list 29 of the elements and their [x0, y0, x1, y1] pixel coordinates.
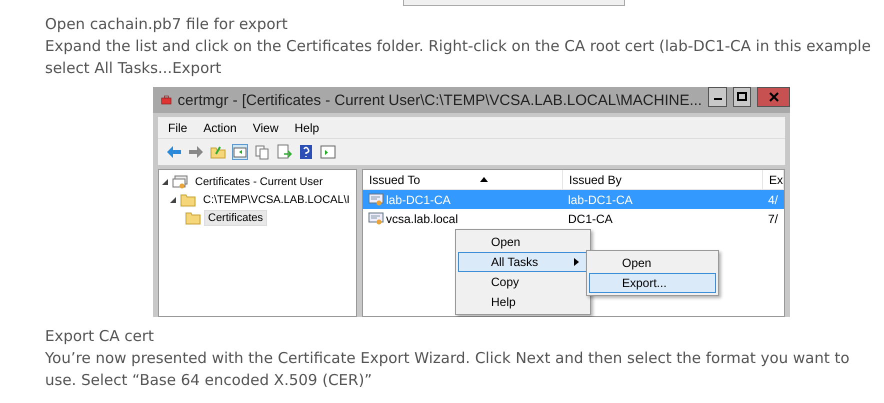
column-header[interactable]: Issued By — [562, 170, 763, 189]
menu-item[interactable]: File — [168, 120, 188, 134]
table-cell: DC1-CA — [568, 212, 613, 226]
table-cell: lab-DC1-CA — [568, 192, 633, 206]
step-heading: Export CA cert — [44, 326, 155, 347]
menu-item[interactable]: All Tasks — [458, 252, 588, 272]
paragraph: Expand the list and click on the Certificates folder. Right-click on the CA root cert (lab-DC1-CA in this example — [44, 36, 872, 57]
table-cell: lab-DC1-CA — [386, 192, 451, 206]
table-cell: 7/ — [768, 212, 778, 226]
step-heading: Open cachain.pb7 file for export — [44, 14, 289, 35]
table-row[interactable]: vcsa.lab.local DC1-CA 7/ — [362, 209, 784, 228]
paragraph: You’re now presented with the Certificate Export Wizard. Click Next and then select the format you want to use. Select “Base 64 encoded X.509 (CER)” — [44, 348, 851, 391]
menu-item[interactable]: Copy — [458, 272, 588, 292]
menu-item[interactable]: Help — [458, 292, 588, 312]
tree-item[interactable]: Certificates — [204, 210, 268, 226]
column-header[interactable]: Ex — [762, 170, 784, 189]
tree-item[interactable]: Certificates - Current User — [191, 174, 327, 190]
table-cell: 4/ — [768, 192, 778, 206]
tree-item[interactable]: C:\TEMP\VCSA.LAB.LOCAL\I — [199, 192, 354, 208]
menu-item[interactable]: View — [252, 120, 278, 134]
column-header[interactable]: Issued To — [362, 170, 563, 189]
menu-item[interactable]: Export... — [588, 273, 716, 293]
table-cell: vcsa.lab.local — [386, 212, 458, 226]
menu-item[interactable]: Open — [458, 232, 588, 252]
menu-item[interactable]: Open — [588, 253, 716, 273]
menu-item[interactable]: Action — [203, 120, 237, 134]
menu-item[interactable]: Help — [294, 120, 320, 134]
window-title: certmgr - [Certificates - Current User\C:\TEMP\VCSA.LAB.LOCAL\MACHINE... — [178, 92, 702, 108]
paragraph: select All Tasks...Export — [44, 58, 222, 79]
